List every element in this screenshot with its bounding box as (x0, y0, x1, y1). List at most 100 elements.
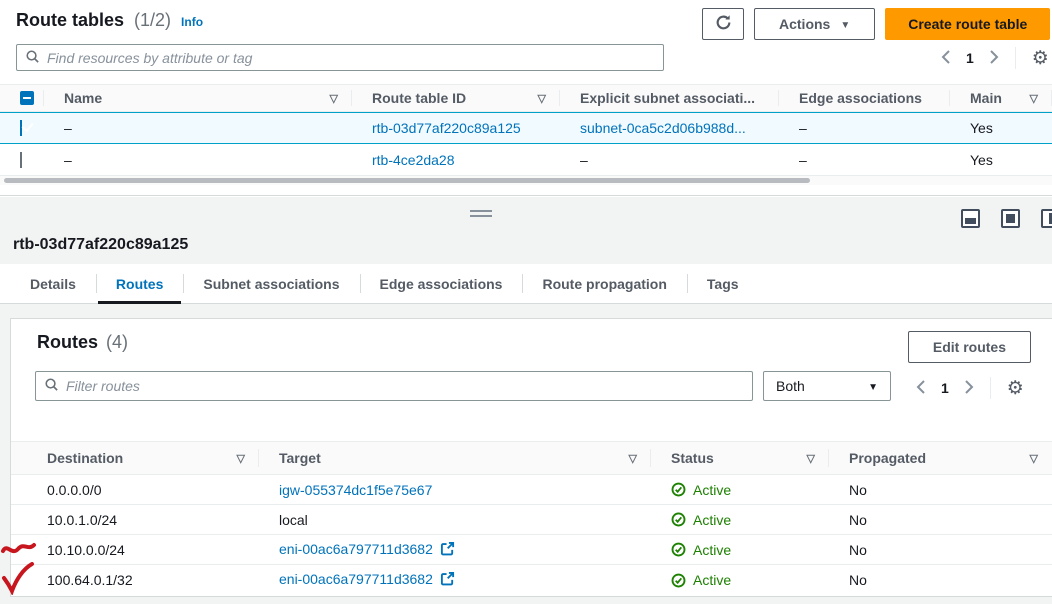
route-type-select[interactable]: Both ▼ (763, 371, 891, 401)
column-header-name[interactable]: Name▽ (44, 85, 352, 111)
page-number[interactable]: 1 (966, 50, 974, 66)
create-button-label: Create route table (908, 16, 1027, 32)
scrollbar-thumb[interactable] (4, 178, 810, 183)
status-active-icon (671, 512, 686, 527)
table-row[interactable]: – rtb-4ce2da28 – – Yes (0, 144, 1052, 176)
sort-icon: ▽ (1030, 452, 1038, 465)
tab-subnet-associations[interactable]: Subnet associations (183, 264, 359, 303)
resource-search[interactable] (16, 44, 664, 71)
search-icon (25, 49, 40, 67)
page-number[interactable]: 1 (941, 380, 949, 396)
panel-tabs: Details Routes Subnet associations Edge … (0, 264, 1052, 304)
column-header-status[interactable]: Status▽ (651, 442, 829, 474)
tab-edge-associations[interactable]: Edge associations (360, 264, 523, 303)
routes-card-header: Routes (4) (37, 332, 128, 353)
column-header-edge-associations[interactable]: Edge associations (779, 85, 950, 111)
split-panel-resize-handle[interactable] (470, 210, 492, 220)
main-cell: Yes (950, 120, 1052, 136)
tab-routes[interactable]: Routes (96, 264, 183, 303)
column-header-route-table-id[interactable]: Route table ID▽ (352, 85, 560, 111)
external-link-icon (440, 543, 455, 559)
column-header-destination[interactable]: Destination▽ (37, 442, 259, 474)
next-page-icon[interactable] (965, 380, 974, 397)
edit-routes-label: Edit routes (933, 339, 1006, 355)
settings-gear-icon[interactable]: ⚙ (1007, 379, 1024, 398)
routes-filter[interactable] (35, 371, 753, 401)
top-pagination: 1 ⚙ (941, 47, 1049, 69)
column-header-target[interactable]: Target▽ (259, 442, 651, 474)
page-header: Route tables (1/2) Info (16, 10, 203, 31)
vpc-route-tables-page: { "page": { "title": "Route tables", "co… (0, 0, 1052, 604)
routes-table-header: Destination▽ Target▽ Status▽ Propagated▽ (11, 441, 1052, 475)
routes-table: Destination▽ Target▽ Status▽ Propagated▽… (11, 441, 1052, 595)
subnet-association-link[interactable]: subnet-0ca5c2d06b988d... (580, 120, 746, 136)
row-checkbox[interactable] (20, 152, 22, 168)
edge-cell: – (779, 152, 950, 168)
routes-counter: (4) (106, 332, 128, 353)
target-local: local (279, 512, 308, 528)
route-type-select-value: Both (776, 378, 868, 394)
column-header-propagated[interactable]: Propagated▽ (829, 442, 1052, 474)
tab-details[interactable]: Details (10, 264, 96, 303)
search-icon (44, 377, 59, 395)
destination-cell: 0.0.0.0/0 (37, 482, 259, 498)
chevron-down-icon: ▼ (840, 20, 850, 31)
actions-button-label: Actions (779, 16, 830, 32)
sort-icon: ▽ (237, 452, 245, 465)
panel-position-full-icon[interactable] (1001, 209, 1020, 228)
sort-icon: ▽ (1030, 92, 1038, 105)
horizontal-scrollbar[interactable] (0, 176, 1052, 185)
name-cell: – (44, 152, 352, 168)
routes-filter-input[interactable] (66, 378, 744, 394)
routes-pagination: 1 ⚙ (916, 377, 1024, 399)
external-link-icon (440, 573, 455, 589)
column-header-main[interactable]: Main▽ (950, 85, 1052, 111)
search-input[interactable] (47, 50, 655, 66)
table-row[interactable]: – rtb-03d77af220c89a125 subnet-0ca5c2d06… (0, 112, 1052, 144)
create-route-table-button[interactable]: Create route table (885, 8, 1050, 40)
sort-icon: ▽ (538, 92, 546, 105)
status-cell: Active (651, 542, 829, 558)
target-link[interactable]: eni-00ac6a797711d3682 (279, 541, 433, 557)
edit-routes-button[interactable]: Edit routes (908, 331, 1031, 363)
route-row: 10.10.0.0/24 eni-00ac6a797711d3682 Activ… (11, 535, 1052, 565)
destination-cell: 100.64.0.1/32 (37, 572, 259, 588)
destination-cell: 10.10.0.0/24 (37, 542, 259, 558)
actions-button[interactable]: Actions ▼ (754, 8, 875, 40)
target-link[interactable]: eni-00ac6a797711d3682 (279, 571, 433, 587)
route-table-id-link[interactable]: rtb-03d77af220c89a125 (372, 120, 521, 136)
sort-icon: ▽ (330, 92, 338, 105)
routes-title: Routes (37, 332, 98, 353)
refresh-button[interactable] (702, 8, 744, 40)
split-panel: rtb-03d77af220c89a125 Details Routes Sub… (0, 197, 1052, 604)
propagated-cell: No (829, 512, 1052, 528)
destination-cell: 10.0.1.0/24 (37, 512, 259, 528)
divider (1015, 47, 1016, 69)
previous-page-icon[interactable] (916, 380, 925, 397)
next-page-icon[interactable] (990, 50, 999, 67)
propagated-cell: No (829, 572, 1052, 588)
page-title: Route tables (16, 10, 124, 31)
status-active-icon (671, 482, 686, 497)
target-link[interactable]: igw-055374dc1f5e75e67 (279, 482, 432, 498)
column-header-explicit-subnet[interactable]: Explicit subnet associati... (560, 85, 779, 111)
propagated-cell: No (829, 542, 1052, 558)
route-table-id-link[interactable]: rtb-4ce2da28 (372, 152, 455, 168)
sort-icon: ▽ (807, 452, 815, 465)
settings-gear-icon[interactable]: ⚙ (1032, 49, 1049, 68)
edge-cell: – (779, 120, 950, 136)
panel-position-side-icon[interactable] (1041, 209, 1052, 228)
divider (990, 377, 991, 399)
panel-position-bottom-icon[interactable] (961, 209, 980, 228)
route-tables-table: Name▽ Route table ID▽ Explicit subnet as… (0, 84, 1052, 196)
row-checkbox[interactable] (20, 120, 22, 136)
tab-tags[interactable]: Tags (687, 264, 759, 303)
refresh-icon (715, 14, 732, 34)
previous-page-icon[interactable] (941, 50, 950, 67)
route-tables-table-header: Name▽ Route table ID▽ Explicit subnet as… (0, 84, 1052, 112)
select-all-checkbox[interactable] (20, 91, 34, 105)
tab-route-propagation[interactable]: Route propagation (522, 264, 686, 303)
info-link[interactable]: Info (181, 15, 203, 29)
routes-card: Routes (4) Edit routes Both ▼ 1 (10, 318, 1052, 597)
chevron-down-icon: ▼ (868, 382, 878, 393)
